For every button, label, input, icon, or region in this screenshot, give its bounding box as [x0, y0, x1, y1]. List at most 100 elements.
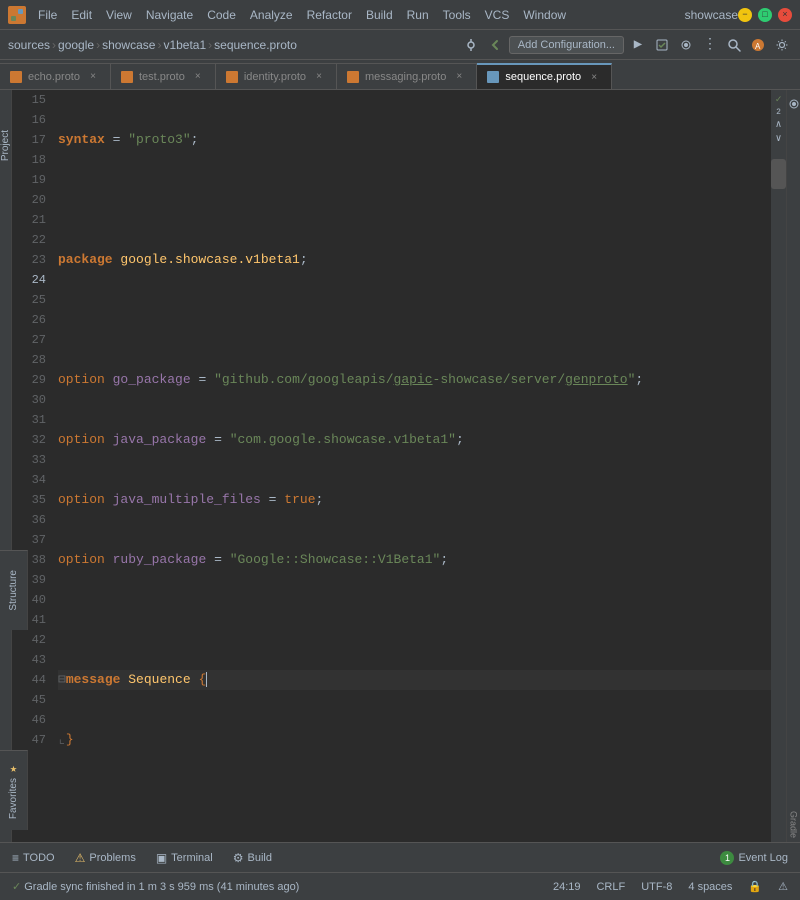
event-log-label: Event Log — [738, 852, 788, 864]
menu-window[interactable]: Window — [517, 6, 572, 24]
window-controls: − □ × — [738, 8, 792, 22]
todo-button[interactable]: ≡ TODO — [8, 849, 59, 867]
menu-navigate[interactable]: Navigate — [140, 6, 199, 24]
sync-message: Gradle sync finished in 1 m 3 s 959 ms (… — [24, 881, 299, 893]
lock-status[interactable]: 🔒 — [744, 878, 766, 895]
coverage-icon[interactable] — [652, 35, 672, 55]
build-button[interactable]: ⚙ Build — [229, 849, 276, 867]
menu-edit[interactable]: Edit — [65, 6, 98, 24]
scrollbar-thumb[interactable] — [771, 159, 786, 189]
tab-close-sequence[interactable]: × — [587, 70, 601, 84]
window-title: showcase — [685, 8, 738, 22]
tab-label-echo: echo.proto — [28, 71, 80, 83]
more-icon[interactable]: ⋮ — [700, 35, 720, 55]
terminal-button[interactable]: ▣ Terminal — [152, 849, 217, 867]
tab-close-messaging[interactable]: × — [452, 70, 466, 84]
chevron-down-icon[interactable]: ∨ — [773, 133, 784, 145]
editor: 15 16 17 18 19 20 21 22 23 24 25 26 27 2… — [12, 90, 786, 842]
menu-build[interactable]: Build — [360, 6, 399, 24]
code-line-18 — [58, 310, 771, 330]
code-line-15: syntax = "proto3"; — [58, 130, 771, 150]
add-config-button[interactable]: Add Configuration... — [509, 36, 624, 54]
lock-icon: 🔒 — [748, 880, 762, 893]
breadcrumb: sources › google › showcase › v1beta1 › … — [8, 38, 297, 52]
breadcrumb-sources[interactable]: sources — [8, 38, 50, 52]
menu-bar: File Edit View Navigate Code Analyze Ref… — [32, 6, 685, 24]
code-line-21: option java_multiple_files = true; — [58, 490, 771, 510]
editor-content: 15 16 17 18 19 20 21 22 23 24 25 26 27 2… — [12, 90, 786, 842]
status-bar: ✓ Gradle sync finished in 1 m 3 s 959 ms… — [0, 872, 800, 900]
favorites-label: Favorites — [8, 778, 19, 819]
line-ending[interactable]: CRLF — [592, 879, 629, 895]
code-line-24: ⊟message Sequence { — [58, 670, 771, 690]
menu-refactor[interactable]: Refactor — [301, 6, 358, 24]
menu-view[interactable]: View — [100, 6, 138, 24]
indent[interactable]: 4 spaces — [684, 879, 736, 895]
menu-vcs[interactable]: VCS — [479, 6, 516, 24]
breadcrumb-file[interactable]: sequence.proto — [214, 38, 297, 52]
debug-icon[interactable] — [676, 35, 696, 55]
tab-sequence[interactable]: sequence.proto × — [477, 63, 612, 89]
menu-file[interactable]: File — [32, 6, 63, 24]
back-icon[interactable] — [485, 35, 505, 55]
inspection-ok: ✓ — [773, 94, 784, 106]
menu-code[interactable]: Code — [201, 6, 242, 24]
tab-echo[interactable]: echo.proto × — [0, 63, 111, 89]
maximize-button[interactable]: □ — [758, 8, 772, 22]
run-icon[interactable]: ▶ — [628, 35, 648, 55]
gradle-label[interactable]: Gradle — [789, 811, 799, 842]
settings-icon[interactable] — [772, 35, 792, 55]
warning-status[interactable]: ⚠ — [774, 878, 792, 895]
problems-button[interactable]: ⚠ Problems — [71, 849, 140, 867]
profile-icon[interactable]: A — [748, 35, 768, 55]
cursor-position[interactable]: 24:19 — [549, 879, 585, 895]
code-area[interactable]: syntax = "proto3"; package google.showca… — [54, 90, 771, 842]
tab-close-identity[interactable]: × — [312, 70, 326, 84]
gradle-icon[interactable] — [788, 98, 800, 110]
code-line-23 — [58, 610, 771, 630]
breadcrumb-v1beta1[interactable]: v1beta1 — [163, 38, 206, 52]
tab-identity[interactable]: identity.proto × — [216, 63, 337, 89]
nav-bar: sources › google › showcase › v1beta1 › … — [0, 30, 800, 60]
event-log-badge: 1 — [720, 851, 734, 865]
tab-close-echo[interactable]: × — [86, 70, 100, 84]
sync-icon: ✓ — [12, 880, 21, 893]
app-icon — [8, 6, 26, 24]
bottom-toolbar: ≡ TODO ⚠ Problems ▣ Terminal ⚙ Build 1 E… — [0, 842, 800, 872]
chevron-up-icon[interactable]: ∧ — [773, 119, 784, 131]
structure-panel-tab[interactable]: Structure — [0, 550, 28, 630]
project-label[interactable]: Project — [0, 130, 11, 161]
scrollbar-track[interactable] — [771, 149, 786, 842]
tab-messaging[interactable]: messaging.proto × — [337, 63, 477, 89]
breadcrumb-showcase[interactable]: showcase — [102, 38, 155, 52]
minimize-button[interactable]: − — [738, 8, 752, 22]
favorites-panel-tab[interactable]: ★ Favorites — [0, 750, 28, 830]
tab-close-test[interactable]: × — [191, 70, 205, 84]
project-panel[interactable]: Project — [0, 90, 12, 842]
right-panel: Gradle — [786, 90, 800, 842]
code-line-19: option go_package = "github.com/googleap… — [58, 370, 771, 390]
indent-label: 4 spaces — [688, 881, 732, 893]
event-log-button[interactable]: 1 Event Log — [716, 849, 792, 867]
encoding[interactable]: UTF-8 — [637, 879, 676, 895]
tab-test[interactable]: test.proto × — [111, 63, 216, 89]
main-area: Project 15 16 17 18 19 20 21 22 23 24 25… — [0, 90, 800, 842]
close-button[interactable]: × — [778, 8, 792, 22]
structure-label: Structure — [8, 570, 19, 611]
warn-icon: ⚠ — [778, 880, 788, 893]
menu-analyze[interactable]: Analyze — [244, 6, 299, 24]
build-label: Build — [248, 852, 272, 864]
git-icon[interactable] — [461, 35, 481, 55]
tab-label-test: test.proto — [139, 71, 185, 83]
tab-label-sequence: sequence.proto — [505, 71, 581, 83]
tab-label-identity: identity.proto — [244, 71, 306, 83]
breadcrumb-google[interactable]: google — [58, 38, 94, 52]
search-icon[interactable] — [724, 35, 744, 55]
menu-tools[interactable]: Tools — [437, 6, 477, 24]
scrollbar[interactable]: ✓ 2 ∧ ∨ — [771, 90, 786, 842]
line-ending-label: CRLF — [596, 881, 625, 893]
tab-icon-messaging — [347, 71, 359, 83]
menu-run[interactable]: Run — [401, 6, 435, 24]
sync-status[interactable]: ✓ Gradle sync finished in 1 m 3 s 959 ms… — [8, 878, 303, 895]
tab-icon-echo — [10, 71, 22, 83]
